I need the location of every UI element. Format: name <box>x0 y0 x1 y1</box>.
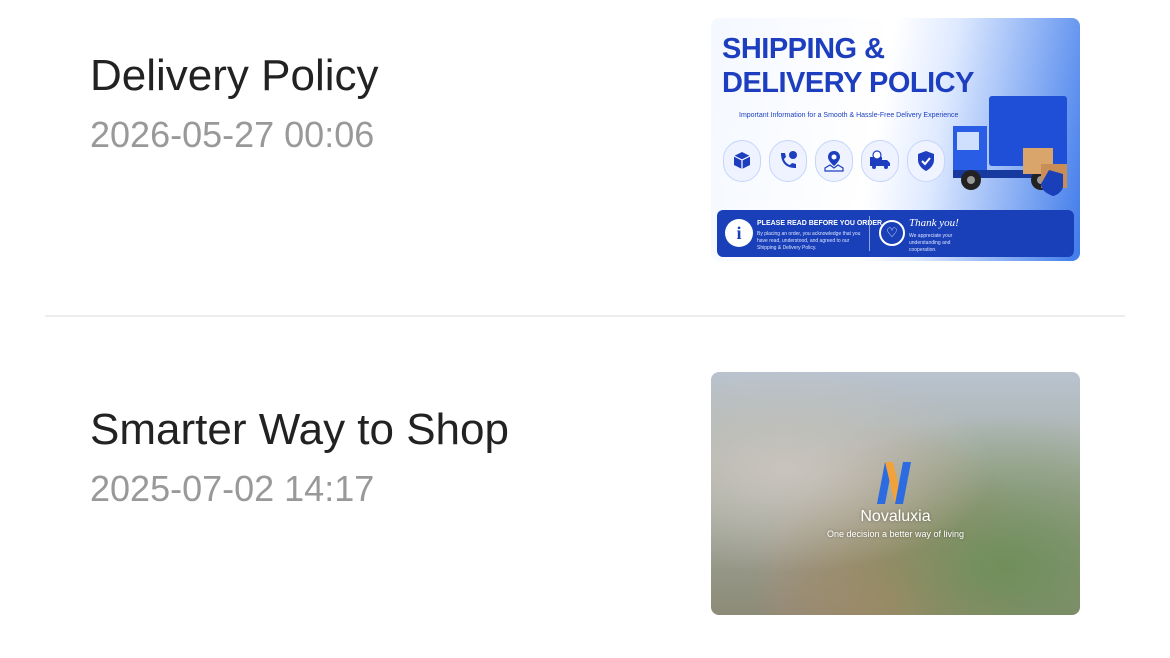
article-item[interactable]: Delivery Policy 2026-05-27 00:06 SHIPPIN… <box>0 0 1170 316</box>
thumbnail-footer-banner: i PLEASE READ BEFORE YOU ORDER By placin… <box>717 210 1074 257</box>
thumbnail-headline-line1: SHIPPING & <box>722 33 885 65</box>
thumbnail-subtitle: Important Information for a Smooth & Has… <box>739 112 959 119</box>
thumbnail-headline-line2: DELIVERY POLICY <box>722 67 974 99</box>
package-return-icon <box>723 140 761 182</box>
map-location-icon <box>815 140 853 182</box>
delivery-time-icon <box>861 140 899 182</box>
phone-support-icon <box>769 140 807 182</box>
delivery-truck-illustration <box>953 96 1067 196</box>
footer-thanks-title: Thank you! <box>909 217 959 229</box>
list-divider <box>45 315 1125 317</box>
article-thumbnail[interactable]: Novaluxia One decision a better way of l… <box>711 372 1080 615</box>
heart-icon: ♡ <box>879 220 905 246</box>
article-thumbnail[interactable]: SHIPPING & DELIVERY POLICY Important Inf… <box>711 18 1080 261</box>
article-title[interactable]: Delivery Policy <box>90 50 379 103</box>
info-icon: i <box>725 219 753 247</box>
thumbnail-brand: Novaluxia <box>860 508 931 525</box>
article-date: 2026-05-27 00:06 <box>90 114 375 155</box>
footer-notice-body: By placing an order, you acknowledge tha… <box>757 231 861 251</box>
novaluxia-logo-icon <box>877 462 911 504</box>
footer-thanks-body: We appreciate your understanding and coo… <box>909 233 953 253</box>
footer-notice-title: PLEASE READ BEFORE YOU ORDER <box>757 220 883 227</box>
thumbnail-tagline: One decision a better way of living <box>826 529 965 539</box>
article-date: 2025-07-02 14:17 <box>90 468 375 509</box>
article-title[interactable]: Smarter Way to Shop <box>90 404 509 457</box>
thumbnail-headline: SHIPPING & DELIVERY POLICY <box>722 32 974 100</box>
article-item[interactable]: Smarter Way to Shop 2025-07-02 14:17 Nov… <box>0 318 1170 658</box>
thumbnail-icon-row <box>723 140 945 182</box>
shield-check-icon <box>907 140 945 182</box>
footer-separator <box>869 216 870 251</box>
